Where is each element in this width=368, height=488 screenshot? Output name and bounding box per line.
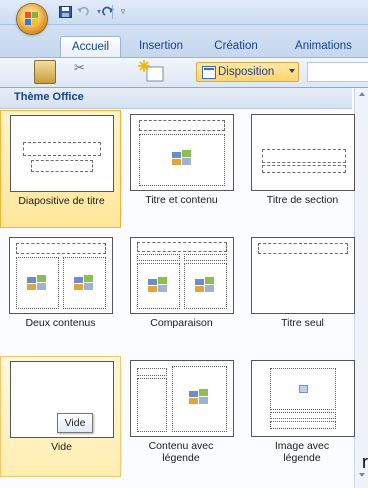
layout-label: Deux contenus xyxy=(25,317,96,329)
title-bar xyxy=(0,0,368,25)
content-insert-icon xyxy=(189,389,209,404)
text-placeholder xyxy=(137,378,167,432)
layout-thumbnail xyxy=(251,360,355,437)
heading-placeholder xyxy=(137,254,180,261)
text-placeholder xyxy=(262,165,346,173)
layout-label: Comparaison xyxy=(150,317,213,329)
title-placeholder xyxy=(137,242,227,252)
layout-gallery-panel: Thème Office Diapositive de titre Titre … xyxy=(0,87,368,488)
layout-label: Vide xyxy=(51,441,72,453)
disposition-label: Disposition xyxy=(218,66,275,78)
layout-label: Titre et contenu xyxy=(145,194,218,206)
undo-icon[interactable] xyxy=(76,6,90,18)
layout-titre-et-contenu[interactable]: Titre et contenu xyxy=(121,110,242,228)
layout-contenu-avec-legende[interactable]: Contenu avec légende xyxy=(121,356,242,477)
layout-label: Titre seul xyxy=(281,317,324,329)
cut-icon[interactable]: ✂ xyxy=(74,61,88,77)
layout-comparaison[interactable]: Comparaison xyxy=(121,233,242,351)
title-placeholder xyxy=(23,142,101,156)
gallery-section-title: Thème Office xyxy=(14,91,84,103)
layout-thumbnail xyxy=(10,115,114,192)
tooltip: Vide xyxy=(57,413,93,433)
customize-quick-access-icon[interactable]: ▿ xyxy=(116,6,130,18)
layout-titre-seul[interactable]: Titre seul xyxy=(242,233,363,351)
gallery-section-header: Thème Office xyxy=(0,88,352,109)
layout-label: Contenu avec légende xyxy=(148,440,214,464)
tab-accueil[interactable]: Accueil xyxy=(60,36,121,58)
office-logo-icon xyxy=(25,12,39,26)
disposition-dropdown-button[interactable]: Disposition xyxy=(196,62,299,82)
title-placeholder xyxy=(258,243,348,254)
layout-titre-de-section[interactable]: Titre de section xyxy=(242,110,363,228)
layout-diapositive-de-titre[interactable]: Diapositive de titre xyxy=(0,110,121,228)
tab-animations[interactable]: Animations xyxy=(279,36,368,57)
layout-thumbnail xyxy=(251,237,355,314)
ribbon-font-field[interactable] xyxy=(307,62,368,82)
layout-image-avec-legende[interactable]: Image avec légende xyxy=(242,356,363,477)
layout-label: Titre de section xyxy=(266,194,339,206)
layout-thumbnail xyxy=(130,360,234,437)
picture-icon xyxy=(299,385,308,393)
new-slide-icon[interactable] xyxy=(138,60,164,82)
office-button[interactable] xyxy=(17,4,47,34)
text-placeholder xyxy=(270,421,336,429)
layout-thumbnail xyxy=(251,114,355,191)
title-placeholder xyxy=(262,149,346,163)
layout-thumbnail xyxy=(9,237,113,314)
save-icon[interactable] xyxy=(58,6,72,18)
title-placeholder xyxy=(137,368,167,376)
layout-thumbnail xyxy=(130,237,234,314)
title-placeholder xyxy=(16,243,106,254)
content-insert-icon xyxy=(27,275,47,290)
scroll-up-icon[interactable] xyxy=(359,92,365,96)
background-text-fragment: r xyxy=(362,452,368,472)
tab-creation[interactable]: Création xyxy=(205,36,267,57)
content-insert-icon xyxy=(148,277,168,292)
layout-thumbnail xyxy=(130,114,234,191)
tab-insertion[interactable]: Insertion xyxy=(130,36,192,57)
quick-access-separator xyxy=(112,5,113,19)
layout-label: Image avec légende xyxy=(274,440,330,464)
title-placeholder xyxy=(139,120,225,131)
title-placeholder xyxy=(270,412,336,419)
content-insert-icon xyxy=(74,275,94,290)
paste-icon[interactable] xyxy=(34,60,56,84)
layout-deux-contenus[interactable]: Deux contenus xyxy=(0,233,121,351)
layout-label: Diapositive de titre xyxy=(18,195,105,207)
chevron-down-icon xyxy=(289,69,295,73)
content-insert-icon xyxy=(172,150,192,165)
content-insert-icon xyxy=(195,277,215,292)
heading-placeholder xyxy=(184,254,227,261)
layout-icon xyxy=(202,66,216,79)
subtitle-placeholder xyxy=(31,160,93,172)
